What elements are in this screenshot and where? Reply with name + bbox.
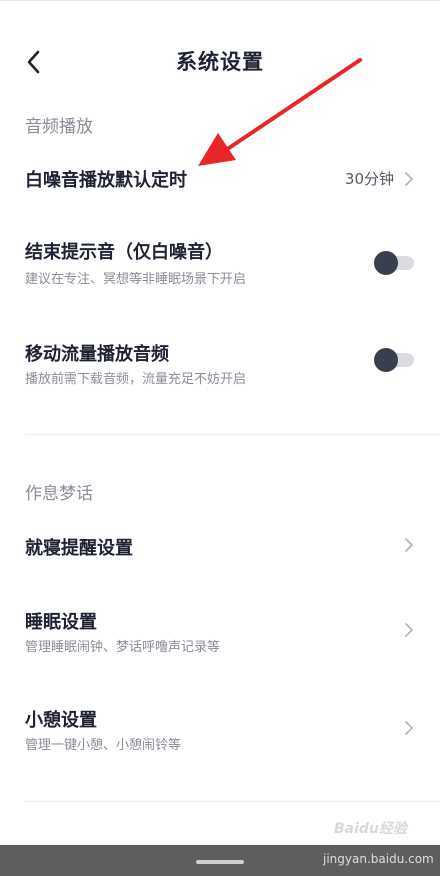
sleep-settings-subtitle: 管理睡眠闹钟、梦话呼噜声记录等 (25, 640, 221, 655)
header: 系统设置 (0, 36, 440, 88)
mobile-data-row: 移动流量播放音频 播放前需下载音频，流量充足不妨开启 (0, 330, 440, 400)
white-noise-timer-row[interactable]: 白噪音播放默认定时 30分钟 (0, 152, 440, 204)
chevron-right-icon (403, 171, 415, 187)
chevron-right-icon (403, 622, 415, 638)
sleep-settings-row[interactable]: 睡眠设置 管理睡眠闹钟、梦话呼噜声记录等 (0, 598, 440, 668)
section-title-audio: 音频播放 (25, 117, 93, 137)
end-sound-toggle[interactable] (374, 251, 414, 275)
section-divider (25, 434, 440, 435)
page-title: 系统设置 (176, 50, 264, 74)
watermark-logo: Baidu经验 (334, 821, 407, 837)
mobile-data-subtitle: 播放前需下载音频，流量充足不妨开启 (25, 372, 247, 387)
white-noise-timer-value: 30分钟 (344, 170, 394, 188)
section-title-sleep: 作息梦话 (25, 484, 93, 504)
bedtime-reminder-row[interactable]: 就寝提醒设置 (0, 520, 440, 572)
section-divider (25, 801, 440, 802)
end-sound-row: 结束提示音（仅白噪音） 建议在专注、冥想等非睡眠场景下开启 (0, 228, 440, 298)
white-noise-timer-title: 白噪音播放默认定时 (25, 170, 187, 191)
mobile-data-toggle[interactable] (374, 348, 414, 372)
toggle-knob (374, 251, 398, 275)
toggle-knob (374, 348, 398, 372)
bedtime-reminder-title: 就寝提醒设置 (25, 538, 133, 559)
chevron-right-icon (403, 537, 415, 553)
end-sound-subtitle: 建议在专注、冥想等非睡眠场景下开启 (25, 272, 247, 287)
chevron-right-icon (403, 720, 415, 736)
watermark-url: jingyan.baidu.com (323, 852, 434, 866)
nap-settings-row[interactable]: 小憩设置 管理一键小憩、小憩闹铃等 (0, 696, 440, 766)
mobile-data-title: 移动流量播放音频 (25, 344, 169, 365)
end-sound-title: 结束提示音（仅白噪音） (25, 242, 223, 263)
nap-settings-title: 小憩设置 (25, 710, 97, 731)
sleep-settings-title: 睡眠设置 (25, 612, 97, 633)
home-indicator[interactable] (196, 860, 244, 864)
nap-settings-subtitle: 管理一键小憩、小憩闹铃等 (25, 738, 182, 753)
top-divider (0, 0, 440, 1)
